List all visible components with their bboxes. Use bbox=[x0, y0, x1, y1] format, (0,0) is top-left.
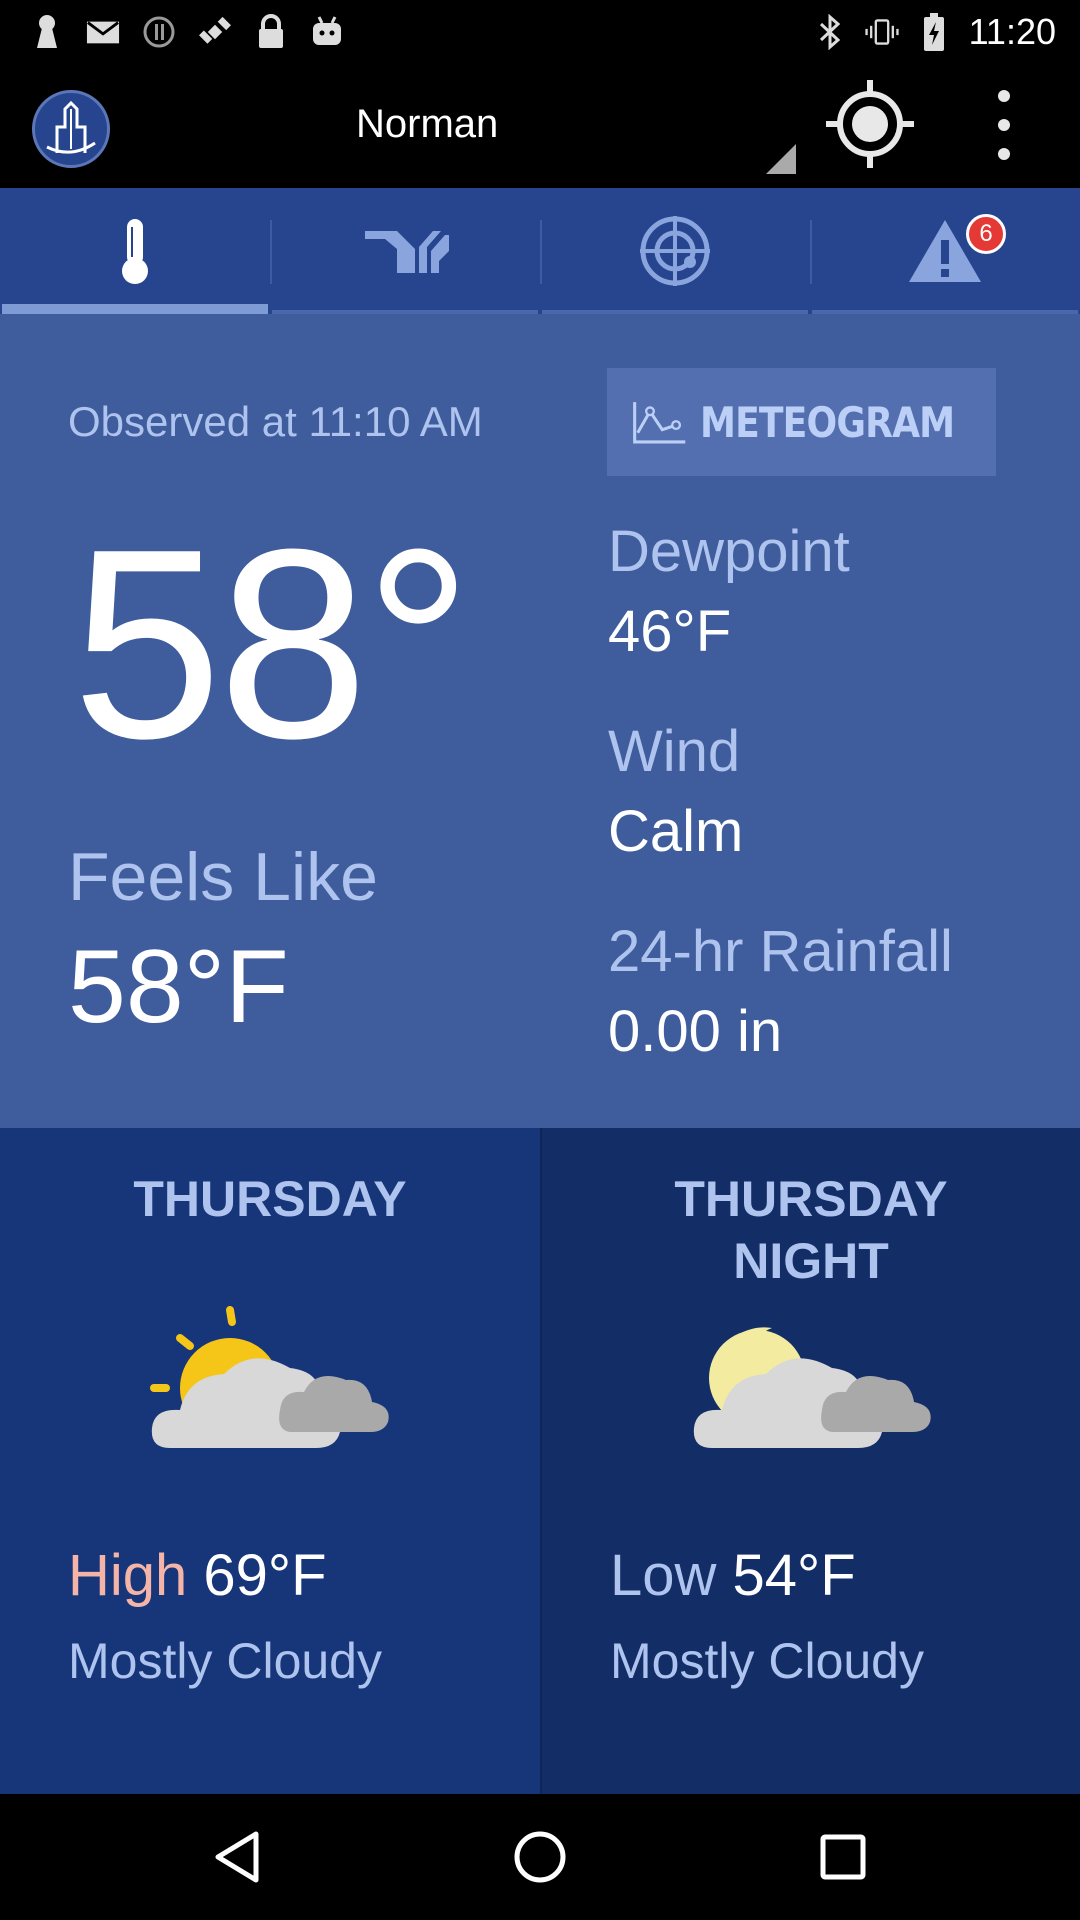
wind-label: Wind bbox=[608, 719, 741, 784]
current-conditions: Observed at 11:10 AM METEOGRAM 58° Feels… bbox=[0, 314, 1080, 1128]
keyhole-icon bbox=[30, 15, 64, 49]
home-button[interactable] bbox=[505, 1822, 575, 1892]
forecast-stripes-icon bbox=[365, 231, 449, 273]
forecast-night-panel[interactable]: THURSDAY NIGHT Low 54°F Mostly Cloudy bbox=[540, 1128, 1080, 1794]
forecast-day-high: High 69°F bbox=[68, 1542, 327, 1609]
tab-indicator bbox=[2, 304, 268, 314]
mail-icon bbox=[86, 15, 120, 49]
partly-cloudy-night-icon bbox=[693, 1327, 931, 1448]
forecast-day-title: THURSDAY bbox=[133, 1171, 407, 1227]
forecast-night-condition: Mostly Cloudy bbox=[610, 1633, 924, 1689]
thermometer-icon bbox=[122, 219, 148, 284]
rainfall-label: 24-hr Rainfall bbox=[608, 919, 953, 984]
rainfall-value: 0.00 in bbox=[608, 999, 783, 1064]
status-bar: 11:20 bbox=[0, 0, 1080, 64]
high-value: 69°F bbox=[203, 1543, 327, 1608]
tab-current-conditions[interactable] bbox=[0, 188, 270, 314]
forecast-night-title-line1: THURSDAY bbox=[674, 1171, 948, 1227]
meteogram-button[interactable]: METEOGRAM bbox=[607, 368, 996, 476]
status-bar-notifications bbox=[30, 10, 344, 54]
back-button[interactable] bbox=[202, 1822, 272, 1892]
menu-dot bbox=[998, 90, 1010, 102]
app-logo-icon[interactable] bbox=[32, 90, 110, 168]
dropdown-corner-icon[interactable] bbox=[764, 142, 798, 176]
tab-forecast[interactable] bbox=[270, 188, 540, 314]
forecast-night-title-line2: NIGHT bbox=[733, 1233, 889, 1289]
bluetooth-icon bbox=[813, 14, 847, 50]
lock-icon bbox=[254, 14, 288, 49]
tab-radar[interactable] bbox=[540, 188, 810, 314]
back-triangle-icon bbox=[215, 1831, 259, 1883]
feels-like-value: 58°F bbox=[68, 929, 289, 1045]
my-location-button[interactable] bbox=[822, 76, 918, 172]
menu-dot bbox=[998, 119, 1010, 131]
partly-cloudy-day-icon bbox=[150, 1306, 389, 1448]
satellite-icon bbox=[198, 15, 232, 49]
tab-alerts[interactable]: 6 bbox=[810, 188, 1080, 314]
forecast-day-condition: Mostly Cloudy bbox=[68, 1633, 382, 1689]
recents-square-icon bbox=[820, 1834, 866, 1880]
alert-count-badge: 6 bbox=[966, 214, 1006, 254]
wind-value: Calm bbox=[608, 799, 744, 864]
navigation-bar bbox=[0, 1794, 1080, 1920]
vibrate-icon bbox=[864, 15, 899, 49]
low-label: Low bbox=[610, 1543, 717, 1608]
forecast-day-panel[interactable]: THURSDAY High 69°F Mostly Cloudy bbox=[0, 1128, 540, 1794]
clock: 11:20 bbox=[968, 11, 1056, 52]
dewpoint-value: 46°F bbox=[608, 599, 732, 664]
app-bar: Norman bbox=[0, 64, 1080, 188]
info-icon bbox=[142, 15, 176, 49]
battery-icon bbox=[917, 13, 951, 51]
home-circle-icon bbox=[514, 1831, 566, 1883]
menu-dot bbox=[998, 148, 1010, 160]
radar-icon bbox=[640, 216, 710, 286]
forecast-night-title: THURSDAY NIGHT bbox=[542, 1168, 1080, 1292]
overflow-menu-button[interactable] bbox=[984, 90, 1024, 160]
tab-bar: 6 bbox=[0, 188, 1080, 314]
status-bar-system: 11:20 bbox=[813, 10, 1056, 54]
graph-icon bbox=[633, 402, 686, 444]
location-title[interactable]: Norman bbox=[356, 102, 498, 147]
observed-time: Observed at 11:10 AM bbox=[68, 398, 483, 445]
forecast-night-low: Low 54°F bbox=[610, 1542, 856, 1609]
feels-like-label: Feels Like bbox=[68, 839, 378, 915]
crosshair-icon bbox=[826, 80, 914, 168]
dewpoint-label: Dewpoint bbox=[608, 519, 850, 584]
android-icon bbox=[310, 15, 344, 49]
high-label: High bbox=[68, 1543, 188, 1608]
current-temperature: 58° bbox=[72, 494, 472, 795]
recents-button[interactable] bbox=[808, 1822, 878, 1892]
meteogram-label: METEOGRAM bbox=[700, 397, 955, 447]
low-value: 54°F bbox=[732, 1543, 856, 1608]
